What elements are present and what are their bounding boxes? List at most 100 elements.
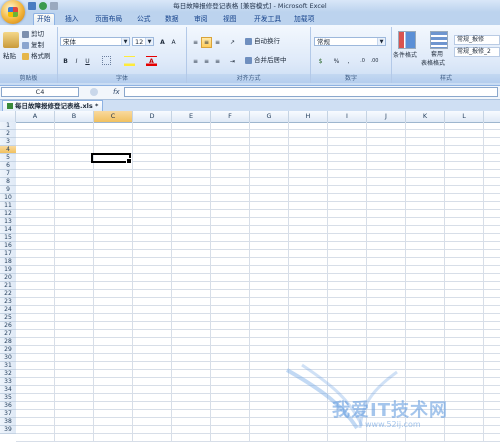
column-header[interactable]: A (16, 111, 55, 122)
copy-button[interactable]: 复制 (22, 41, 44, 50)
row-header[interactable]: 35 (0, 394, 16, 402)
underline-button[interactable]: U (82, 56, 93, 67)
row-header[interactable]: 37 (0, 410, 16, 418)
row-header[interactable]: 9 (0, 186, 16, 194)
font-size-combo[interactable]: 12 ▼ (132, 37, 154, 46)
table-format-label-1[interactable]: 套用 (431, 50, 443, 59)
orientation-icon[interactable]: ↗ (227, 37, 238, 48)
spreadsheet-grid[interactable]: ABCDEFGHIJKL 1 2 3 4 5 6 7 8 9 10 11 12 13 14 15 16 17 18… (0, 111, 500, 442)
row-header[interactable]: 34 (0, 386, 16, 394)
column-header[interactable]: E (172, 111, 211, 122)
indent-icon[interactable]: ⇥ (227, 56, 238, 67)
tab-insert[interactable]: 插入 (62, 14, 82, 25)
row-header[interactable]: 30 (0, 354, 16, 362)
cell-style-2[interactable]: 常规_报修_2 (454, 47, 500, 57)
tab-page-layout[interactable]: 页面布局 (92, 14, 125, 25)
paste-button[interactable]: 粘贴 (3, 52, 16, 61)
row-header[interactable]: 2 (0, 130, 16, 138)
name-box[interactable]: C4 (1, 87, 79, 97)
row-header[interactable]: 27 (0, 330, 16, 338)
conditional-format-icon[interactable] (398, 31, 416, 49)
column-header[interactable]: L (445, 111, 484, 122)
row-header[interactable]: 1 (0, 122, 16, 130)
align-bottom-icon[interactable]: ≡ (212, 37, 223, 48)
row-header[interactable]: 19 (0, 266, 16, 274)
row-header[interactable]: 10 (0, 194, 16, 202)
align-top-icon[interactable]: ≡ (190, 37, 201, 48)
align-right-icon[interactable]: ≡ (212, 56, 223, 67)
tab-formulas[interactable]: 公式 (134, 14, 154, 25)
row-header[interactable]: 13 (0, 218, 16, 226)
row-header[interactable]: 11 (0, 202, 16, 210)
row-header[interactable]: 12 (0, 210, 16, 218)
tab-developer[interactable]: 开发工具 (251, 14, 284, 25)
borders-icon[interactable] (102, 56, 111, 65)
row-header[interactable]: 38 (0, 418, 16, 426)
column-header[interactable]: J (367, 111, 406, 122)
tab-addins[interactable]: 加载项 (291, 14, 317, 25)
row-header[interactable]: 36 (0, 402, 16, 410)
row-header[interactable]: 17 (0, 250, 16, 258)
column-header[interactable]: I (328, 111, 367, 122)
row-header[interactable]: 14 (0, 226, 16, 234)
office-button[interactable] (1, 0, 25, 24)
row-header[interactable]: 7 (0, 170, 16, 178)
decrease-decimal-icon[interactable]: .00 (369, 56, 380, 67)
row-header[interactable]: 8 (0, 178, 16, 186)
tab-data[interactable]: 数据 (162, 14, 182, 25)
column-header[interactable]: K (406, 111, 445, 122)
column-header[interactable]: F (211, 111, 250, 122)
grow-font-icon[interactable]: A (157, 37, 168, 48)
row-header[interactable]: 22 (0, 290, 16, 298)
insert-function-button[interactable]: fx (113, 88, 120, 96)
align-center-icon[interactable]: ≡ (201, 56, 212, 67)
column-header[interactable]: B (55, 111, 94, 122)
row-header[interactable]: 24 (0, 306, 16, 314)
row-header[interactable]: 29 (0, 346, 16, 354)
bold-button[interactable]: B (60, 56, 71, 67)
paste-icon[interactable] (3, 32, 19, 48)
table-format-label-2[interactable]: 表格格式 (421, 59, 445, 68)
row-header[interactable]: 6 (0, 162, 16, 170)
row-header[interactable]: 16 (0, 242, 16, 250)
row-header[interactable]: 18 (0, 258, 16, 266)
column-header[interactable]: H (289, 111, 328, 122)
comma-button[interactable]: , (343, 56, 354, 67)
table-format-icon[interactable] (430, 31, 448, 49)
tab-review[interactable]: 审阅 (191, 14, 211, 25)
font-name-combo[interactable]: 宋体 ▼ (60, 37, 130, 46)
wrap-text-button[interactable]: 自动换行 (245, 37, 280, 46)
row-header[interactable]: 5 (0, 154, 16, 162)
row-header[interactable]: 28 (0, 338, 16, 346)
column-header[interactable]: G (250, 111, 289, 122)
number-format-combo[interactable]: 常规 ▼ (314, 37, 386, 46)
align-middle-icon[interactable]: ≡ (201, 37, 212, 48)
select-all-corner[interactable] (0, 111, 16, 122)
row-header[interactable]: 32 (0, 370, 16, 378)
fill-color-icon[interactable] (124, 56, 135, 67)
row-header[interactable]: 3 (0, 138, 16, 146)
tab-view[interactable]: 视图 (220, 14, 240, 25)
percent-button[interactable]: % (331, 56, 342, 67)
row-header[interactable]: 23 (0, 298, 16, 306)
increase-decimal-icon[interactable]: .0 (357, 56, 368, 67)
cell-style-1[interactable]: 常规_报修 (454, 35, 500, 45)
row-header[interactable]: 20 (0, 274, 16, 282)
cell-area[interactable] (16, 122, 500, 442)
column-header[interactable]: C (94, 111, 133, 122)
italic-button[interactable]: I (71, 56, 82, 67)
align-left-icon[interactable]: ≡ (190, 56, 201, 67)
column-header[interactable]: D (133, 111, 172, 122)
row-header[interactable]: 39 (0, 426, 16, 434)
font-color-button[interactable]: A (146, 56, 157, 67)
row-header[interactable]: 15 (0, 234, 16, 242)
active-cell-c4[interactable] (91, 153, 132, 164)
formula-input[interactable] (124, 87, 498, 97)
row-header[interactable]: 31 (0, 362, 16, 370)
document-tab[interactable]: 每日故障报修登记表格.xls * (2, 100, 104, 111)
cut-button[interactable]: 剪切 (22, 30, 44, 39)
cancel-icon[interactable] (90, 88, 98, 96)
row-header[interactable]: 21 (0, 282, 16, 290)
currency-icon[interactable]: $ (315, 56, 326, 67)
row-header[interactable]: 33 (0, 378, 16, 386)
